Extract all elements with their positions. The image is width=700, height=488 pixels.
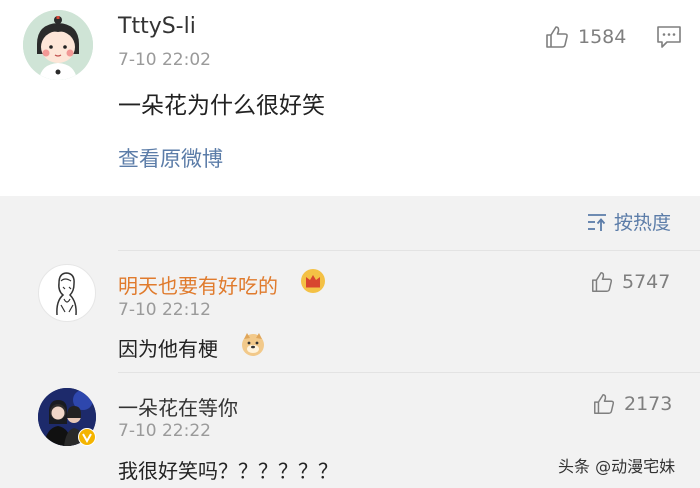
post-card: TttyS-li 7-10 22:02 1584 一朵花为什么很好笑 查看原微博 (0, 0, 700, 196)
cartoon-girl-avatar-icon (23, 10, 93, 80)
post-like-count: 1584 (578, 26, 627, 48)
comment-username-text: 一朵花在等你 (118, 396, 238, 420)
comment-content: 因为他有梗 (118, 337, 218, 361)
comment-username[interactable]: 一朵花在等你 (118, 392, 238, 421)
sketch-figure-avatar-icon (56, 272, 77, 316)
comment-button[interactable] (656, 24, 682, 50)
divider (118, 372, 700, 373)
sort-label: 按热度 (614, 212, 672, 234)
comment-like-count: 5747 (622, 271, 671, 293)
sort-by-hot-button[interactable]: 按热度 (586, 208, 671, 235)
comment-like-count: 2173 (624, 393, 673, 415)
thumbs-up-icon (594, 394, 615, 414)
crown-badge-icon (301, 269, 325, 293)
sort-lines-icon (588, 213, 606, 231)
post-like-button[interactable]: 1584 (544, 24, 626, 50)
comment-like-button[interactable]: 5747 (590, 270, 670, 294)
post-content: 一朵花为什么很好笑 (118, 93, 325, 119)
doge-emoji-icon (242, 333, 264, 356)
comment-avatar[interactable] (38, 264, 96, 322)
comment-timestamp: 7-10 22:22 (118, 421, 211, 441)
comment-like-button[interactable]: 2173 (592, 392, 672, 416)
view-original-link[interactable]: 查看原微博 (118, 143, 223, 173)
post-username[interactable]: TttyS-li (118, 14, 196, 39)
watermark: 头条 @动漫宅妹 (558, 457, 676, 476)
comment-timestamp: 7-10 22:12 (118, 300, 211, 320)
comment-username[interactable]: 明天也要有好吃的 (118, 270, 278, 299)
post-timestamp: 7-10 22:02 (118, 50, 211, 70)
verified-v-badge-icon (78, 428, 96, 446)
thumbs-up-icon (546, 26, 568, 48)
thumbs-up-icon (592, 272, 613, 292)
divider (118, 250, 700, 251)
comment-icon (657, 26, 681, 48)
post-author-avatar[interactable] (23, 10, 93, 80)
comment-content: 我很好笑吗？？？？？？ (118, 459, 338, 483)
comment-username-text: 明天也要有好吃的 (118, 274, 278, 298)
weibo-comment-page: TttyS-li 7-10 22:02 1584 一朵花为什么很好笑 查看原微博 (0, 0, 700, 488)
